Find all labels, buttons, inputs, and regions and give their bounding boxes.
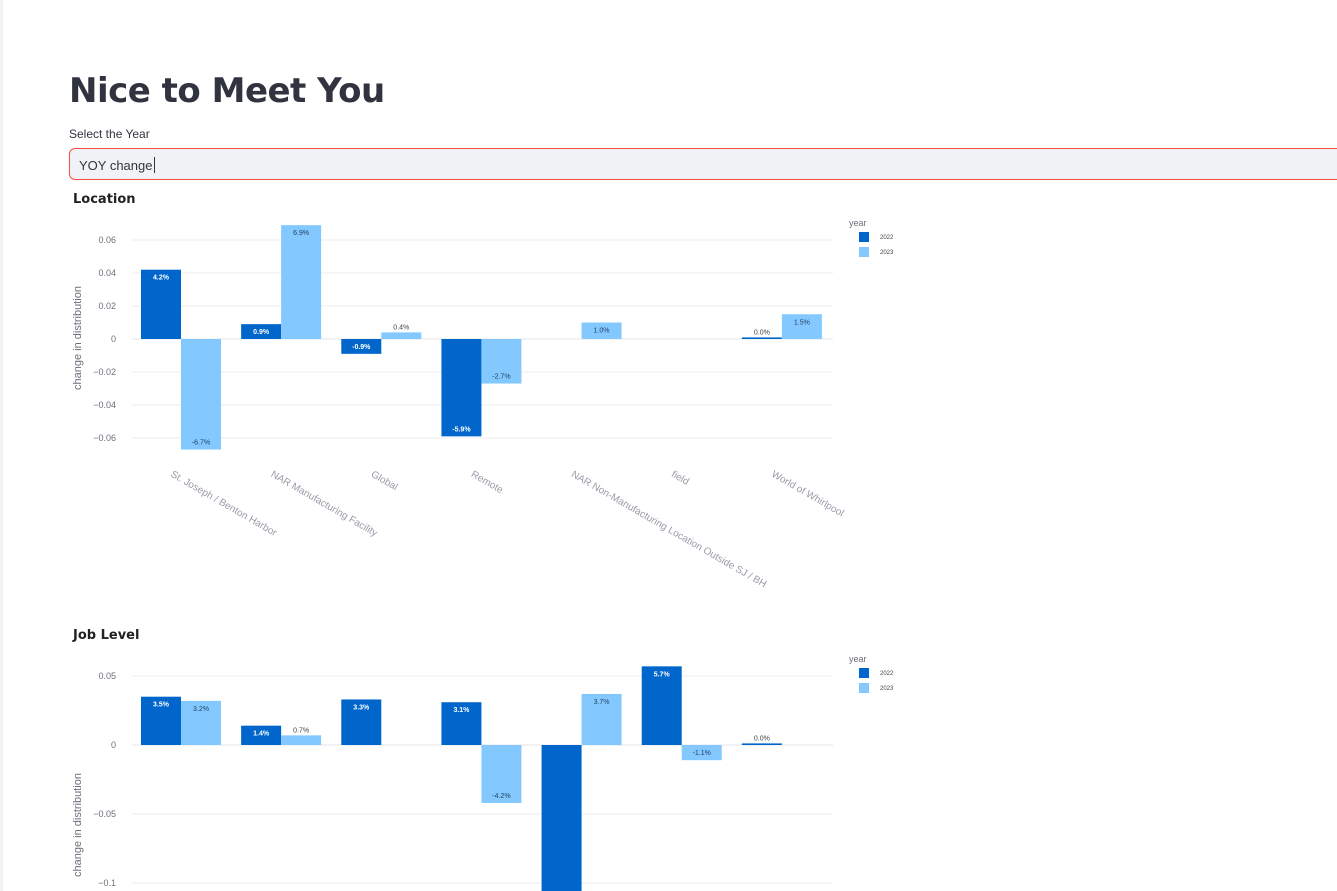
legend-item-2023[interactable]: 2023: [880, 686, 894, 692]
legend-title: year: [849, 654, 867, 664]
bar-data-label: 5.7%: [654, 671, 671, 678]
y-axis-label: change in distribution: [72, 773, 84, 877]
bar-data-label: 3.5%: [153, 702, 170, 709]
y-tick-label: −0.05: [93, 809, 116, 819]
bar-data-label: -1.1%: [693, 750, 711, 757]
bar-data-label: 0.0%: [754, 735, 770, 742]
bar-data-label: 3.2%: [193, 706, 209, 713]
job-level-chart: 0.05 0 −0.05 −0.1 change in distribution 3.5%…: [72, 654, 894, 891]
legend-item-2022[interactable]: 2022: [880, 671, 894, 677]
bar-data-label: 3.1%: [453, 707, 470, 714]
main-content: Nice to Meet You Select the Year YOY cha…: [0, 0, 1337, 891]
y-tick-label: 0: [111, 740, 116, 750]
bar-2022[interactable]: [541, 745, 582, 891]
y-tick-label: 0.05: [98, 671, 116, 681]
bar-2023[interactable]: [281, 735, 322, 745]
legend-swatch-2022[interactable]: [859, 668, 869, 678]
bar-data-label: -4.2%: [492, 793, 510, 800]
legend-swatch-2023[interactable]: [859, 683, 869, 693]
y-tick-label: −0.1: [98, 878, 116, 888]
bar-data-label: 3.3%: [353, 704, 370, 711]
bar-data-label: 1.4%: [253, 731, 270, 738]
bar-data-label: 3.7%: [594, 699, 610, 706]
bar-data-label: 0.7%: [293, 727, 309, 734]
bar-2022[interactable]: [741, 743, 782, 745]
